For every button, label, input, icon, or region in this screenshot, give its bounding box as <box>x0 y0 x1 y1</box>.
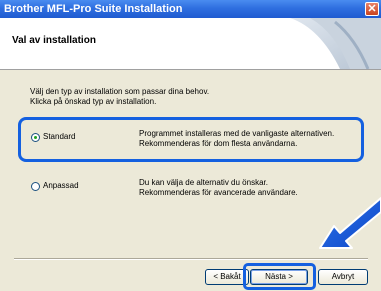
wizard-header: Val av installation <box>0 18 381 70</box>
close-icon: ✕ <box>367 3 377 15</box>
standard-label[interactable]: Standard <box>43 132 75 142</box>
standard-description: Programmet installeras med de vanligaste… <box>139 129 335 138</box>
instruction-line: Välj den typ av installation som passar … <box>30 87 210 96</box>
divider <box>14 258 368 260</box>
page-title: Val av installation <box>12 35 96 46</box>
standard-radio[interactable] <box>31 133 40 142</box>
header-graphic-icon <box>290 18 381 69</box>
custom-radio[interactable] <box>31 182 40 191</box>
installer-window: Brother MFL-Pro Suite Installation ✕ Val… <box>0 0 381 291</box>
custom-description: Rekommenderas för avancerade användare. <box>139 188 298 197</box>
instruction-line: Klicka på önskad typ av installation. <box>30 97 157 106</box>
cancel-button[interactable]: Avbryt <box>318 269 368 285</box>
standard-description: Rekommenderas för dom flesta användarna. <box>139 139 298 148</box>
custom-label[interactable]: Anpassad <box>43 181 79 191</box>
wizard-content: Välj den typ av installation som passar … <box>0 70 381 291</box>
custom-description: Du kan välja de alternativ du önskar. <box>139 178 268 187</box>
next-button[interactable]: Nästa > <box>250 269 308 285</box>
instructions: Välj den typ av installation som passar … <box>30 87 209 107</box>
title-bar[interactable]: Brother MFL-Pro Suite Installation ✕ <box>0 0 381 18</box>
close-button[interactable]: ✕ <box>365 2 379 16</box>
window-title: Brother MFL-Pro Suite Installation <box>4 3 183 15</box>
